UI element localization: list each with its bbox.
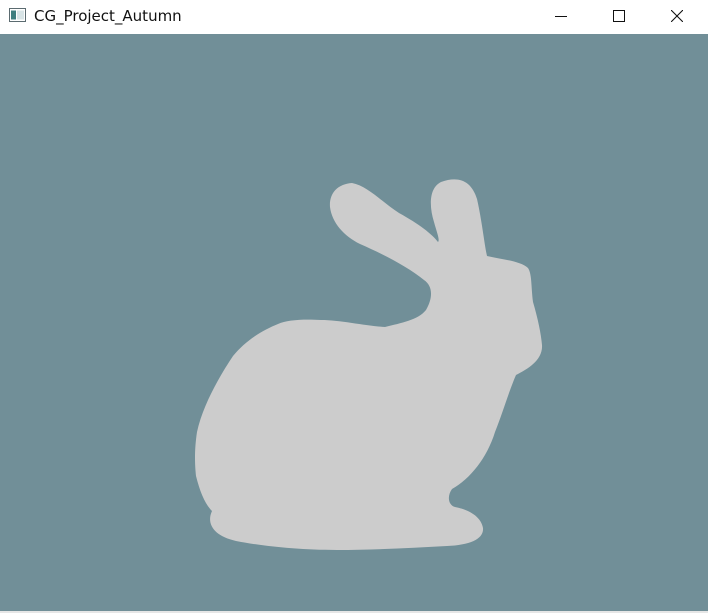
close-button[interactable] [654,0,700,32]
close-icon [671,10,683,22]
render-viewport[interactable] [0,34,708,611]
window-title: CG_Project_Autumn [34,7,182,25]
title-bar[interactable]: CG_Project_Autumn [0,0,708,33]
maximize-button[interactable] [596,0,642,32]
app-window: CG_Project_Autumn [0,0,708,613]
minimize-button[interactable] [538,0,584,32]
minimize-icon [555,16,567,17]
maximize-icon [613,10,625,22]
render-scene [0,34,708,611]
app-window-icon [9,8,26,22]
